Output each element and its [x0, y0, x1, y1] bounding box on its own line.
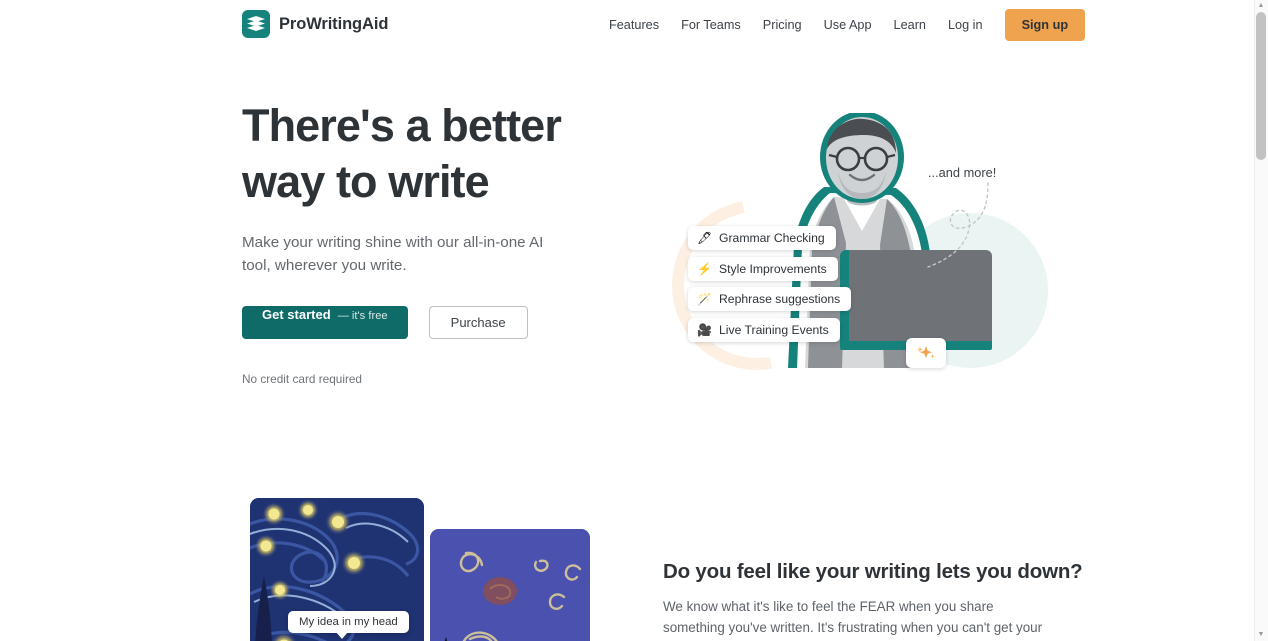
nav-item-log-in[interactable]: Log in	[937, 12, 994, 38]
nav-item-for-teams[interactable]: For Teams	[670, 12, 752, 38]
feature-label: Rephrase suggestions	[719, 292, 841, 306]
hero-cta-row: Get started — it's free Purchase	[242, 306, 642, 339]
brand-logo[interactable]: ProWritingAid	[242, 10, 388, 38]
nav-item-learn[interactable]: Learn	[883, 12, 937, 38]
movie-camera-icon: 🎥	[697, 322, 712, 337]
page-scrollbar[interactable]: ▲ ▼	[1254, 0, 1268, 641]
doodle-image	[430, 529, 590, 641]
feature-label: Style Improvements	[719, 261, 827, 276]
quill-pen-icon: 🖋	[697, 231, 713, 245]
hero-title-line2: way to write	[242, 156, 490, 207]
magic-wand-icon: 🪄	[697, 292, 712, 306]
scroll-up-arrow-icon[interactable]: ▲	[1257, 2, 1265, 10]
sparkles-icon	[906, 338, 946, 368]
doodle-svg	[430, 529, 590, 641]
dotted-curve-decoration	[927, 182, 989, 268]
lower-section-body: We know what it's like to feel the FEAR …	[663, 599, 1043, 635]
nav-item-features[interactable]: Features	[598, 12, 670, 38]
feature-card-rephrase-suggestions[interactable]: 🪄 Rephrase suggestions	[688, 287, 852, 311]
get-started-suffix: — it's free	[337, 310, 388, 322]
and-more-label: ...and more!	[928, 165, 997, 180]
feature-label: Grammar Checking	[719, 231, 825, 245]
hero-title-line1: There's a better	[242, 100, 562, 151]
hero-subtitle: Make your writing shine with our all-in-…	[242, 234, 544, 274]
hero-illustration: ...and more! 🖋 Grammar Checking ⚡ Style …	[638, 95, 1060, 404]
stacked-pages-icon	[242, 10, 270, 38]
main-nav: Features For Teams Pricing Use App Learn…	[598, 0, 1086, 49]
feature-cards-list: 🖋 Grammar Checking ⚡ Style Improvements …	[688, 226, 888, 348]
sign-up-button[interactable]: Sign up	[1004, 8, 1086, 41]
site-header: ProWritingAid Features For Teams Pricing…	[0, 0, 1254, 49]
feature-card-live-training-events[interactable]: 🎥 Live Training Events	[688, 317, 840, 342]
no-credit-card-note: No credit card required	[242, 372, 362, 386]
lower-section-text: Do you feel like your writing lets you d…	[663, 560, 1083, 641]
feature-card-grammar-checking[interactable]: 🖋 Grammar Checking	[688, 226, 836, 250]
hero-title: There's a better way to write	[242, 98, 642, 210]
get-started-button[interactable]: Get started — it's free	[242, 306, 408, 339]
lower-section-title: Do you feel like your writing lets you d…	[663, 560, 1083, 583]
feature-label: Live Training Events	[719, 322, 829, 337]
scroll-down-arrow-icon[interactable]: ▼	[1257, 631, 1265, 639]
scrollbar-thumb[interactable]	[1256, 12, 1266, 160]
nav-item-use-app[interactable]: Use App	[813, 12, 883, 38]
idea-tooltip: My idea in my head	[288, 611, 409, 639]
page-root: ProWritingAid Features For Teams Pricing…	[0, 0, 1268, 641]
get-started-label: Get started	[262, 307, 331, 322]
feature-card-style-improvements[interactable]: ⚡ Style Improvements	[688, 256, 838, 281]
nav-item-pricing[interactable]: Pricing	[752, 12, 813, 38]
brand-name: ProWritingAid	[279, 14, 389, 33]
lightning-bolt-icon: ⚡	[697, 261, 712, 276]
hero-content: There's a better way to write Make your …	[242, 98, 642, 386]
purchase-button[interactable]: Purchase	[428, 306, 528, 339]
